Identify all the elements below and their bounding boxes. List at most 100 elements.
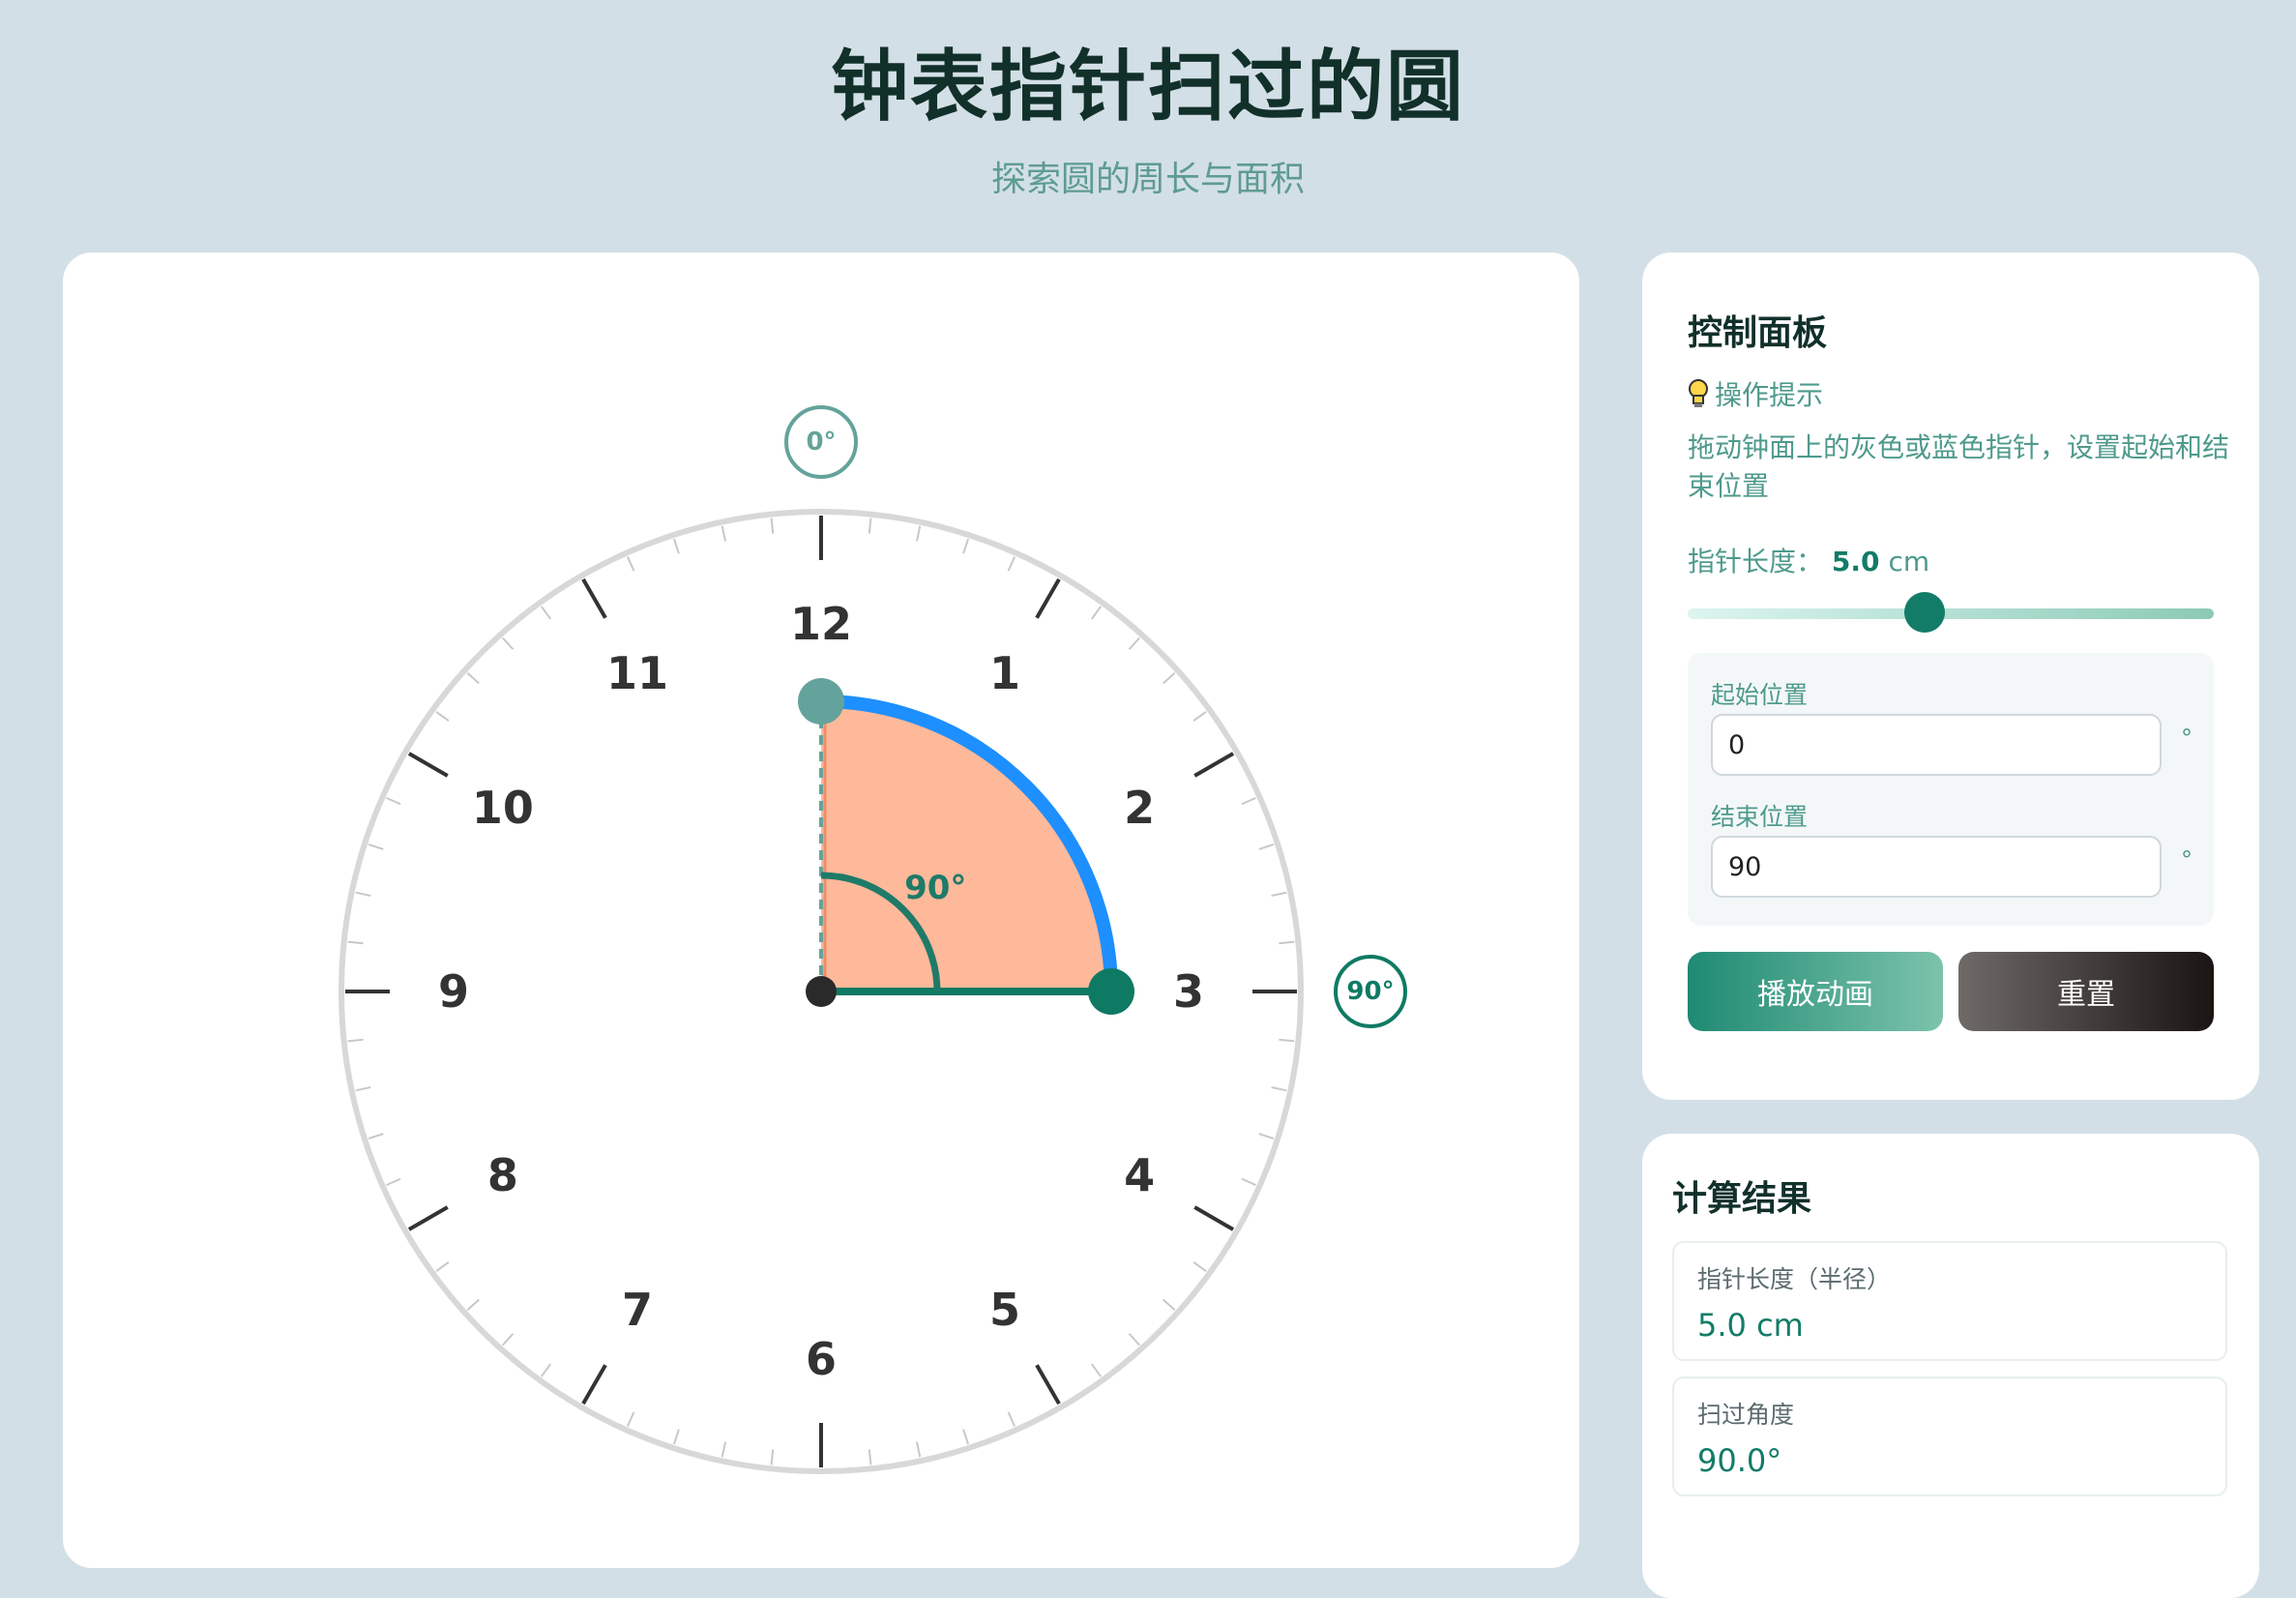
minor-tick — [368, 1133, 384, 1139]
minor-tick — [347, 1038, 364, 1043]
hand-length-unit: cm — [1888, 546, 1930, 577]
end-degree-unit: ° — [2181, 846, 2193, 873]
hand-length-label: 指针长度： — [1688, 546, 1824, 577]
major-tick — [407, 1205, 449, 1231]
minor-tick — [355, 891, 371, 898]
minor-tick — [1271, 1085, 1287, 1092]
minor-tick — [868, 1449, 872, 1465]
minor-tick — [721, 525, 727, 542]
result-value: 90.0° — [1697, 1442, 1782, 1479]
result-item: 指针长度（半径） 5.0 cm — [1672, 1241, 2227, 1361]
minor-tick — [502, 1333, 515, 1346]
lightbulb-icon — [1688, 378, 1709, 409]
major-tick — [1193, 752, 1235, 778]
minor-tick — [1128, 1333, 1140, 1346]
minor-tick — [1279, 940, 1295, 945]
minor-tick — [355, 1085, 371, 1092]
clock-center — [806, 976, 837, 1007]
minor-tick — [673, 538, 680, 554]
minor-tick — [466, 1298, 480, 1311]
hour-number: 12 — [790, 598, 852, 650]
position-settings: 起始位置 ° 结束位置 ° — [1688, 653, 2214, 926]
hour-number: 2 — [1124, 782, 1155, 834]
minor-tick — [502, 636, 515, 650]
clock-card: 90° 12 1 2 3 4 5 6 7 8 9 10 11 0° 90° — [63, 252, 1579, 1568]
results-panel: 计算结果 指针长度（半径） 5.0 cm 扫过角度 90.0° — [1642, 1134, 2259, 1598]
minor-tick — [386, 1177, 401, 1187]
major-tick — [1035, 1364, 1061, 1406]
start-position-input[interactable] — [1711, 714, 2162, 776]
minor-tick — [1241, 796, 1256, 806]
minor-tick — [626, 1411, 635, 1427]
control-panel: 控制面板 操作提示 拖动钟面上的灰色或蓝色指针，设置起始和结束位置 指针长度： … — [1642, 252, 2259, 1100]
minor-tick — [770, 518, 775, 534]
minor-tick — [435, 711, 450, 723]
results-title: 计算结果 — [1672, 1179, 1812, 1219]
minor-tick — [1007, 1411, 1016, 1427]
minor-tick — [1258, 1133, 1275, 1139]
minor-tick — [868, 518, 872, 534]
hour-number: 4 — [1124, 1149, 1155, 1201]
minor-tick — [721, 1441, 727, 1458]
minor-tick — [347, 940, 364, 945]
hand-length-value: 5.0 — [1831, 546, 1880, 577]
control-panel-title: 控制面板 — [1688, 313, 1828, 353]
major-tick — [407, 752, 449, 778]
minor-tick — [673, 1429, 680, 1445]
minor-tick — [1279, 1038, 1295, 1043]
hour-number: 5 — [989, 1284, 1020, 1336]
start-angle-marker-label: 0° — [806, 428, 836, 457]
minor-tick — [770, 1449, 775, 1465]
minor-tick — [541, 606, 552, 620]
hour-number: 1 — [989, 647, 1020, 699]
hour-number: 9 — [438, 965, 469, 1018]
end-position-input[interactable] — [1711, 836, 2162, 898]
major-tick — [581, 1364, 607, 1406]
start-hand-handle[interactable] — [798, 678, 844, 725]
play-animation-button[interactable]: 播放动画 — [1688, 952, 1943, 1031]
start-position-label: 起始位置 — [1711, 681, 1809, 709]
result-value: 5.0 cm — [1697, 1307, 1804, 1344]
minor-tick — [626, 556, 635, 572]
major-tick — [1193, 1205, 1235, 1231]
minor-tick — [962, 1429, 969, 1445]
page-subtitle: 探索圆的周长与面积 — [990, 160, 1305, 199]
minor-tick — [1271, 891, 1287, 898]
hour-number: 11 — [606, 647, 668, 699]
minor-tick — [1007, 556, 1016, 572]
hour-number: 3 — [1173, 965, 1204, 1018]
hand-length-row: 指针长度： 5.0 cm — [1688, 541, 1929, 579]
minor-tick — [915, 525, 922, 542]
tip-text: 拖动钟面上的灰色或蓝色指针，设置起始和结束位置 — [1688, 431, 2230, 502]
minor-tick — [1163, 672, 1176, 685]
reset-button[interactable]: 重置 — [1958, 952, 2214, 1031]
end-angle-marker: 90° — [1334, 955, 1407, 1028]
minor-tick — [368, 843, 384, 850]
major-tick — [581, 577, 607, 619]
minor-tick — [1163, 1298, 1176, 1311]
page-header: 钟表指针扫过的圆 探索圆的周长与面积 — [0, 39, 2296, 201]
start-degree-unit: ° — [2181, 725, 2193, 752]
minor-tick — [541, 1363, 552, 1377]
tip-heading: 操作提示 — [1688, 374, 1823, 413]
page-title: 钟表指针扫过的圆 — [831, 42, 1465, 132]
hand-length-slider-thumb[interactable] — [1903, 592, 1945, 633]
minor-tick — [1090, 606, 1102, 620]
end-hand-handle[interactable] — [1088, 968, 1134, 1015]
hand-length-slider[interactable] — [1688, 608, 2214, 619]
minor-tick — [1192, 711, 1207, 723]
minor-tick — [1128, 636, 1140, 650]
minor-tick — [915, 1441, 922, 1458]
result-label: 扫过角度 — [1697, 1401, 1795, 1429]
minor-tick — [466, 672, 480, 685]
minor-tick — [1192, 1260, 1207, 1272]
hour-number: 7 — [622, 1284, 653, 1336]
end-position-label: 结束位置 — [1711, 803, 1809, 831]
minor-tick — [386, 796, 401, 806]
start-angle-marker: 0° — [784, 405, 858, 479]
result-item: 扫过角度 90.0° — [1672, 1376, 2227, 1496]
end-angle-marker-label: 90° — [1346, 977, 1394, 1006]
minor-tick — [1090, 1363, 1102, 1377]
clock-face[interactable]: 90° 121234567891011 0° 90° — [63, 252, 1579, 1523]
major-tick — [1035, 577, 1061, 619]
